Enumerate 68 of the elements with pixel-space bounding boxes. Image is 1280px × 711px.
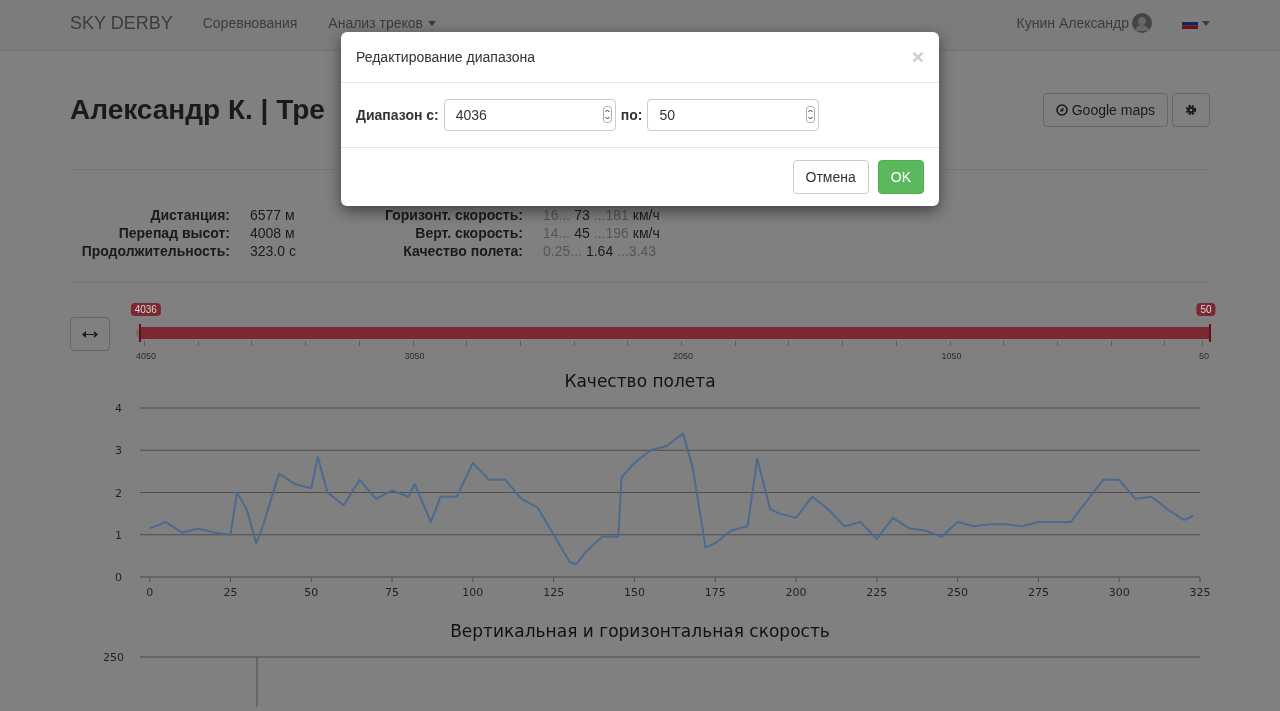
axis-label: 2 <box>115 486 122 500</box>
stat-value: 4008 м <box>250 225 296 241</box>
stat-label: Качество полета: <box>402 243 523 259</box>
stat-unit: км/ч <box>632 207 660 223</box>
range-handle[interactable] <box>1209 324 1211 342</box>
axis-label: 100 <box>462 586 484 599</box>
stat-label: Горизонт. скорость: <box>384 207 523 223</box>
brand-logo[interactable]: SKY DERBY <box>70 12 173 34</box>
axis-label: 325 <box>1189 586 1211 599</box>
compass-icon <box>1055 104 1068 116</box>
axis-label: 250 <box>947 586 969 599</box>
axis-label: 1 <box>115 528 122 542</box>
caret-icon <box>1202 20 1210 26</box>
stat-value: 45 <box>574 225 590 241</box>
nav-link[interactable]: Анализ треков <box>328 15 436 31</box>
axis-label: 250 <box>103 651 124 664</box>
axis-label: 25 <box>223 586 238 599</box>
chart-title: Качество полета <box>563 371 717 391</box>
axis-label: 275 <box>1027 586 1049 599</box>
settings-icon <box>1185 104 1197 116</box>
axis-label: 75 <box>385 586 400 599</box>
number-field[interactable]: 4036 <box>443 99 616 131</box>
nav-link[interactable]: Соревнования <box>202 15 298 31</box>
tick-label: 4050 <box>136 351 156 361</box>
tick-label: 50 <box>1199 351 1209 361</box>
spinner-icon[interactable] <box>806 106 816 123</box>
double-arrow-icon <box>82 330 98 338</box>
stat-value: 6577 м <box>250 207 296 223</box>
axis-label: 0 <box>146 586 154 599</box>
stat-label: Дистанция: <box>149 207 230 223</box>
cancel-button[interactable]: Отмена <box>792 160 869 194</box>
stat-value: 1.64 <box>585 243 614 259</box>
handle-value: 50 <box>1196 303 1216 316</box>
stat-unit: км/ч <box>632 225 660 241</box>
stat-label: Верт. скорость: <box>414 225 523 241</box>
axis-label: 200 <box>785 586 807 599</box>
stat-label: Продолжительность: <box>80 243 230 259</box>
number-field[interactable]: 50 <box>647 99 820 131</box>
axis-label: 3 <box>115 444 122 458</box>
axis-label: 175 <box>704 586 726 599</box>
tick-label: 2050 <box>673 351 693 361</box>
range-handle[interactable] <box>138 324 141 342</box>
field-label: по: <box>620 107 643 123</box>
handle-value: 4036 <box>130 303 161 316</box>
page-title: Александр К. | Тре <box>70 94 325 126</box>
tick-label: 1050 <box>941 351 962 361</box>
maps-button[interactable]: Google maps <box>1042 93 1168 127</box>
chart-title: Вертикальная и горизонтальная скорость <box>449 621 831 641</box>
axis-label: 300 <box>1108 586 1130 599</box>
tick-label: 3050 <box>404 351 425 361</box>
axis-label: 0 <box>115 571 122 584</box>
axis-label: 150 <box>623 586 645 599</box>
stat-value: 323.0 с <box>250 243 297 259</box>
spinner-icon[interactable] <box>602 106 612 123</box>
stat-value: 73 <box>574 207 590 223</box>
field-label: Диапазон с: <box>356 107 439 123</box>
axis-label: 4 <box>115 402 122 415</box>
user-name[interactable]: Кунин Александр <box>1016 15 1129 31</box>
axis-label: 125 <box>543 586 565 599</box>
avatar-icon[interactable] <box>1132 13 1152 33</box>
axis-label: 50 <box>304 586 319 599</box>
stat-label: Перепад высот: <box>117 225 230 241</box>
dialog-title: Редактирование диапазона <box>356 49 536 65</box>
close-button[interactable]: × <box>911 45 924 69</box>
swap-button[interactable] <box>70 317 110 351</box>
settings-button[interactable] <box>1172 93 1210 127</box>
axis-label: 225 <box>866 586 888 599</box>
ok-button[interactable]: OK <box>877 160 924 194</box>
